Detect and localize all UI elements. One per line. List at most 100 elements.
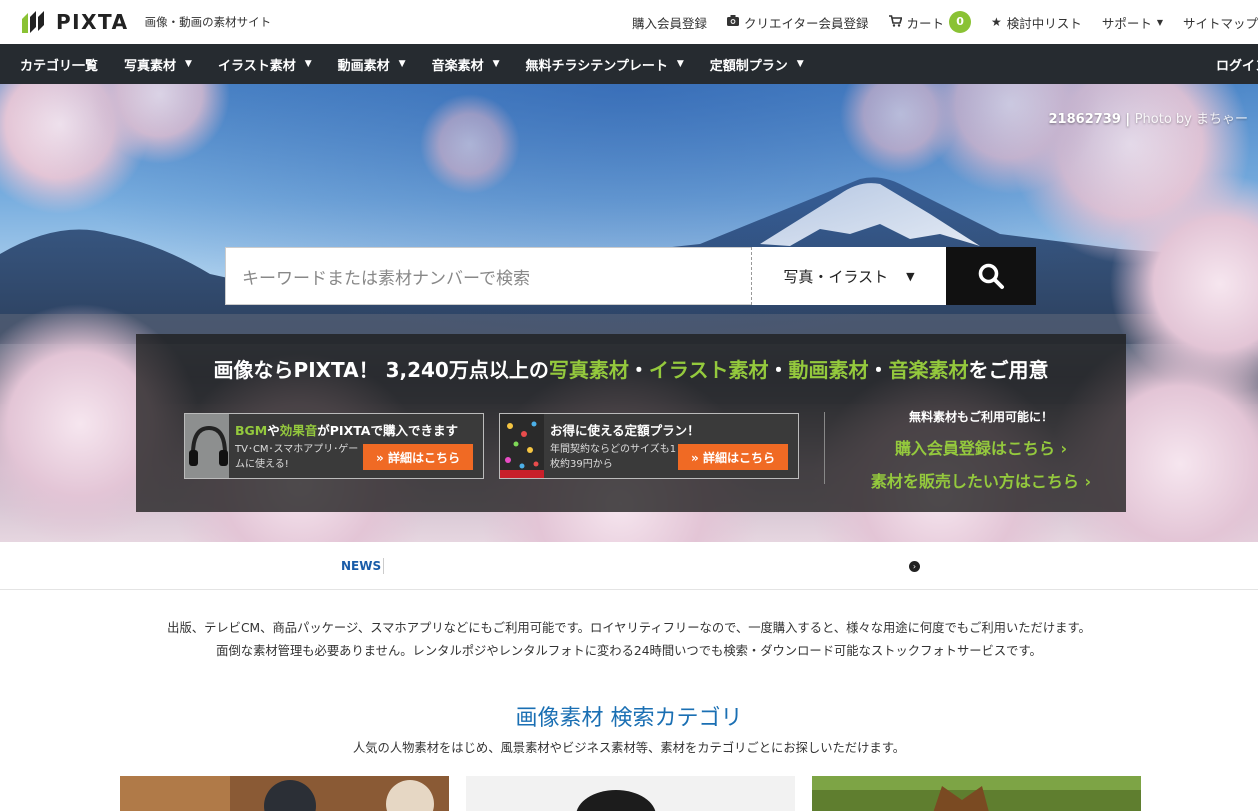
promo-headline: 画像ならPIXTA！ 3,240万点以上の写真素材・イラスト素材・動画素材・音楽…	[136, 354, 1126, 383]
headline-music-link[interactable]: 音楽素材	[888, 358, 968, 382]
headline-photo-link[interactable]: 写真素材	[549, 358, 629, 382]
photo-credit[interactable]: 21862739 | Photo by まちゃー	[1049, 108, 1248, 127]
news-bar: NEWS ›	[0, 542, 1258, 590]
caret-down-icon: ▼	[1156, 17, 1163, 27]
subscription-promo-card[interactable]: お得に使える定額プラン！ 年間契約ならどのサイズも1枚約39円から » 詳細はこ…	[499, 413, 799, 479]
headphones-thumbnail	[185, 414, 229, 478]
intro-line: 面倒な素材管理も必要ありません。レンタルポジやレンタルフォトに変わる24時間いつ…	[216, 644, 1042, 658]
search-type-select[interactable]: 写真・イラスト ▼	[751, 247, 946, 305]
star-icon: ★	[991, 15, 1002, 29]
favorites-label: 検討中リスト	[1006, 15, 1082, 31]
search-button[interactable]	[946, 247, 1036, 305]
intro-line: 出版、テレビCM、商品パッケージ、スマホアプリなどにもご利用可能です。ロイヤリテ…	[167, 621, 1091, 635]
cart-label: カート	[906, 15, 945, 31]
caret-down-icon: ▼	[492, 59, 500, 69]
promo-panel: 画像ならPIXTA！ 3,240万点以上の写真素材・イラスト素材・動画素材・音楽…	[136, 334, 1126, 512]
headline-dot: ・	[628, 358, 649, 382]
bgm-text: BGM	[235, 423, 268, 438]
sitemap-link[interactable]: サイトマップ	[1183, 13, 1258, 32]
caret-down-icon: ▼	[304, 59, 312, 69]
sell-cta-link[interactable]: 素材を販売したい方はこちら ›	[836, 468, 1126, 492]
cart-link[interactable]: カート 0	[888, 11, 972, 33]
top-nav: 購入会員登録 クリエイター会員登録 カート 0 ★ 検討中リスト サポート ▼ …	[632, 0, 1258, 44]
creator-label: クリエイター会員登録	[744, 15, 869, 31]
category-section-subtitle: 人気の人物素材をはじめ、風景素材やビジネス素材等、素材をカテゴリごとにお探しいた…	[352, 741, 906, 755]
nav-label: 定額制プラン	[709, 58, 788, 74]
headline-dot: ・	[868, 358, 889, 382]
site-tagline: 画像・動画の素材サイト	[144, 15, 272, 29]
brand-name: PIXTA	[56, 10, 129, 34]
pixta-logo[interactable]: PIXTA	[20, 9, 129, 35]
headline-text: をご用意	[968, 358, 1049, 382]
nav-flyer-template[interactable]: 無料チラシテンプレート ▼	[526, 55, 684, 74]
category-tile[interactable]	[466, 776, 795, 811]
nav-label: イラスト素材	[217, 58, 296, 74]
category-section-title: 画像素材 検索カテゴリ	[515, 706, 743, 731]
headline-text: 画像ならPIXTA！ 3,240万点以上の	[213, 358, 549, 382]
pixta-logo-icon	[22, 11, 44, 33]
search-type-label: 写真・イラスト	[783, 267, 889, 286]
search-icon	[978, 263, 1004, 289]
music-card-title: BGMや効果音がPIXTAで購入できます	[235, 420, 458, 439]
credit-separator: |	[1125, 112, 1131, 127]
photo-id: 21862739	[1048, 112, 1121, 127]
nav-label: 動画素材	[337, 58, 390, 74]
camera-icon	[727, 15, 739, 29]
music-card-desc: TV･CM･スマホアプリ･ゲームに使える!	[235, 444, 359, 470]
intro-text: 出版、テレビCM、商品パッケージ、スマホアプリなどにもご利用可能です。ロイヤリテ…	[0, 617, 1258, 663]
caret-down-icon: ▼	[398, 59, 406, 69]
search-bar: キーワードまたは素材ナンバーで検索 写真・イラスト ▼	[225, 247, 1036, 305]
confetti-thumbnail	[500, 414, 544, 478]
caret-down-icon: ▼	[185, 59, 192, 69]
nav-label: 写真素材	[124, 58, 177, 74]
category-nav: カテゴリ一覧 写真素材 ▼ イラスト素材 ▼ 動画素材 ▼ 音楽素材 ▼ 無料チラシテン…	[0, 44, 1258, 84]
creator-register-link[interactable]: クリエイター会員登録	[727, 13, 869, 32]
chevron-right-icon[interactable]: ›	[909, 561, 920, 572]
caret-down-icon: ▼	[676, 59, 684, 69]
support-label: サポート	[1101, 15, 1152, 31]
category-tile[interactable]	[120, 776, 449, 811]
category-tile[interactable]	[812, 776, 1141, 811]
register-cta-link[interactable]: 購入会員登録はこちら ›	[836, 435, 1126, 459]
cart-count-badge: 0	[949, 11, 972, 33]
caret-down-icon: ▼	[796, 59, 804, 69]
nav-category-list[interactable]: カテゴリ一覧	[20, 55, 98, 74]
card-text: がPIXTAで購入できます	[317, 423, 458, 438]
favorites-link[interactable]: ★ 検討中リスト	[991, 13, 1082, 32]
top-header: PIXTA 画像・動画の素材サイト 購入会員登録 クリエイター会員登録 カート …	[0, 0, 1258, 44]
nav-illust[interactable]: イラスト素材 ▼	[218, 55, 312, 74]
category-tile-image	[120, 776, 449, 811]
sitemap-label: サイトマップ	[1182, 15, 1258, 31]
category-tile-image	[812, 776, 1141, 811]
register-link[interactable]: 購入会員登録	[632, 13, 707, 32]
category-tile-image	[466, 776, 795, 811]
headline-video-link[interactable]: 動画素材	[788, 358, 868, 382]
nav-label: カテゴリ一覧	[20, 58, 99, 74]
news-label: NEWS	[341, 559, 382, 573]
music-details-button[interactable]: » 詳細はこちら	[363, 444, 473, 470]
search-input[interactable]: キーワードまたは素材ナンバーで検索	[225, 247, 751, 305]
register-label: 購入会員登録	[631, 15, 707, 31]
support-menu[interactable]: サポート ▼	[1102, 13, 1163, 32]
cart-icon	[888, 14, 903, 30]
subscription-card-title: お得に使える定額プラン！	[550, 423, 700, 438]
sound-effect-text: 効果音	[279, 423, 318, 438]
nav-subscription[interactable]: 定額制プラン ▼	[710, 55, 804, 74]
login-link[interactable]: ログイン	[1216, 55, 1258, 74]
headline-illust-link[interactable]: イラスト素材	[649, 358, 769, 382]
news-divider	[383, 558, 384, 574]
subscription-details-button[interactable]: » 詳細はこちら	[678, 444, 788, 470]
hero-banner: 21862739 | Photo by まちゃー キーワードまたは素材ナンバーで…	[0, 84, 1258, 542]
nav-label: 音楽素材	[431, 58, 484, 74]
music-promo-card[interactable]: BGMや効果音がPIXTAで購入できます TV･CM･スマホアプリ･ゲームに使え…	[184, 413, 484, 479]
nav-label: 無料チラシテンプレート	[525, 58, 668, 74]
card-text: や	[267, 423, 280, 438]
caret-down-icon: ▼	[906, 269, 915, 283]
promo-divider	[824, 412, 825, 484]
nav-music[interactable]: 音楽素材 ▼	[432, 55, 500, 74]
headline-dot: ・	[768, 358, 789, 382]
photo-author: Photo by まちゃー	[1134, 112, 1248, 127]
nav-video[interactable]: 動画素材 ▼	[338, 55, 406, 74]
nav-photo[interactable]: 写真素材 ▼	[124, 55, 192, 74]
subscription-card-desc: 年間契約ならどのサイズも1枚約39円から	[550, 444, 677, 470]
